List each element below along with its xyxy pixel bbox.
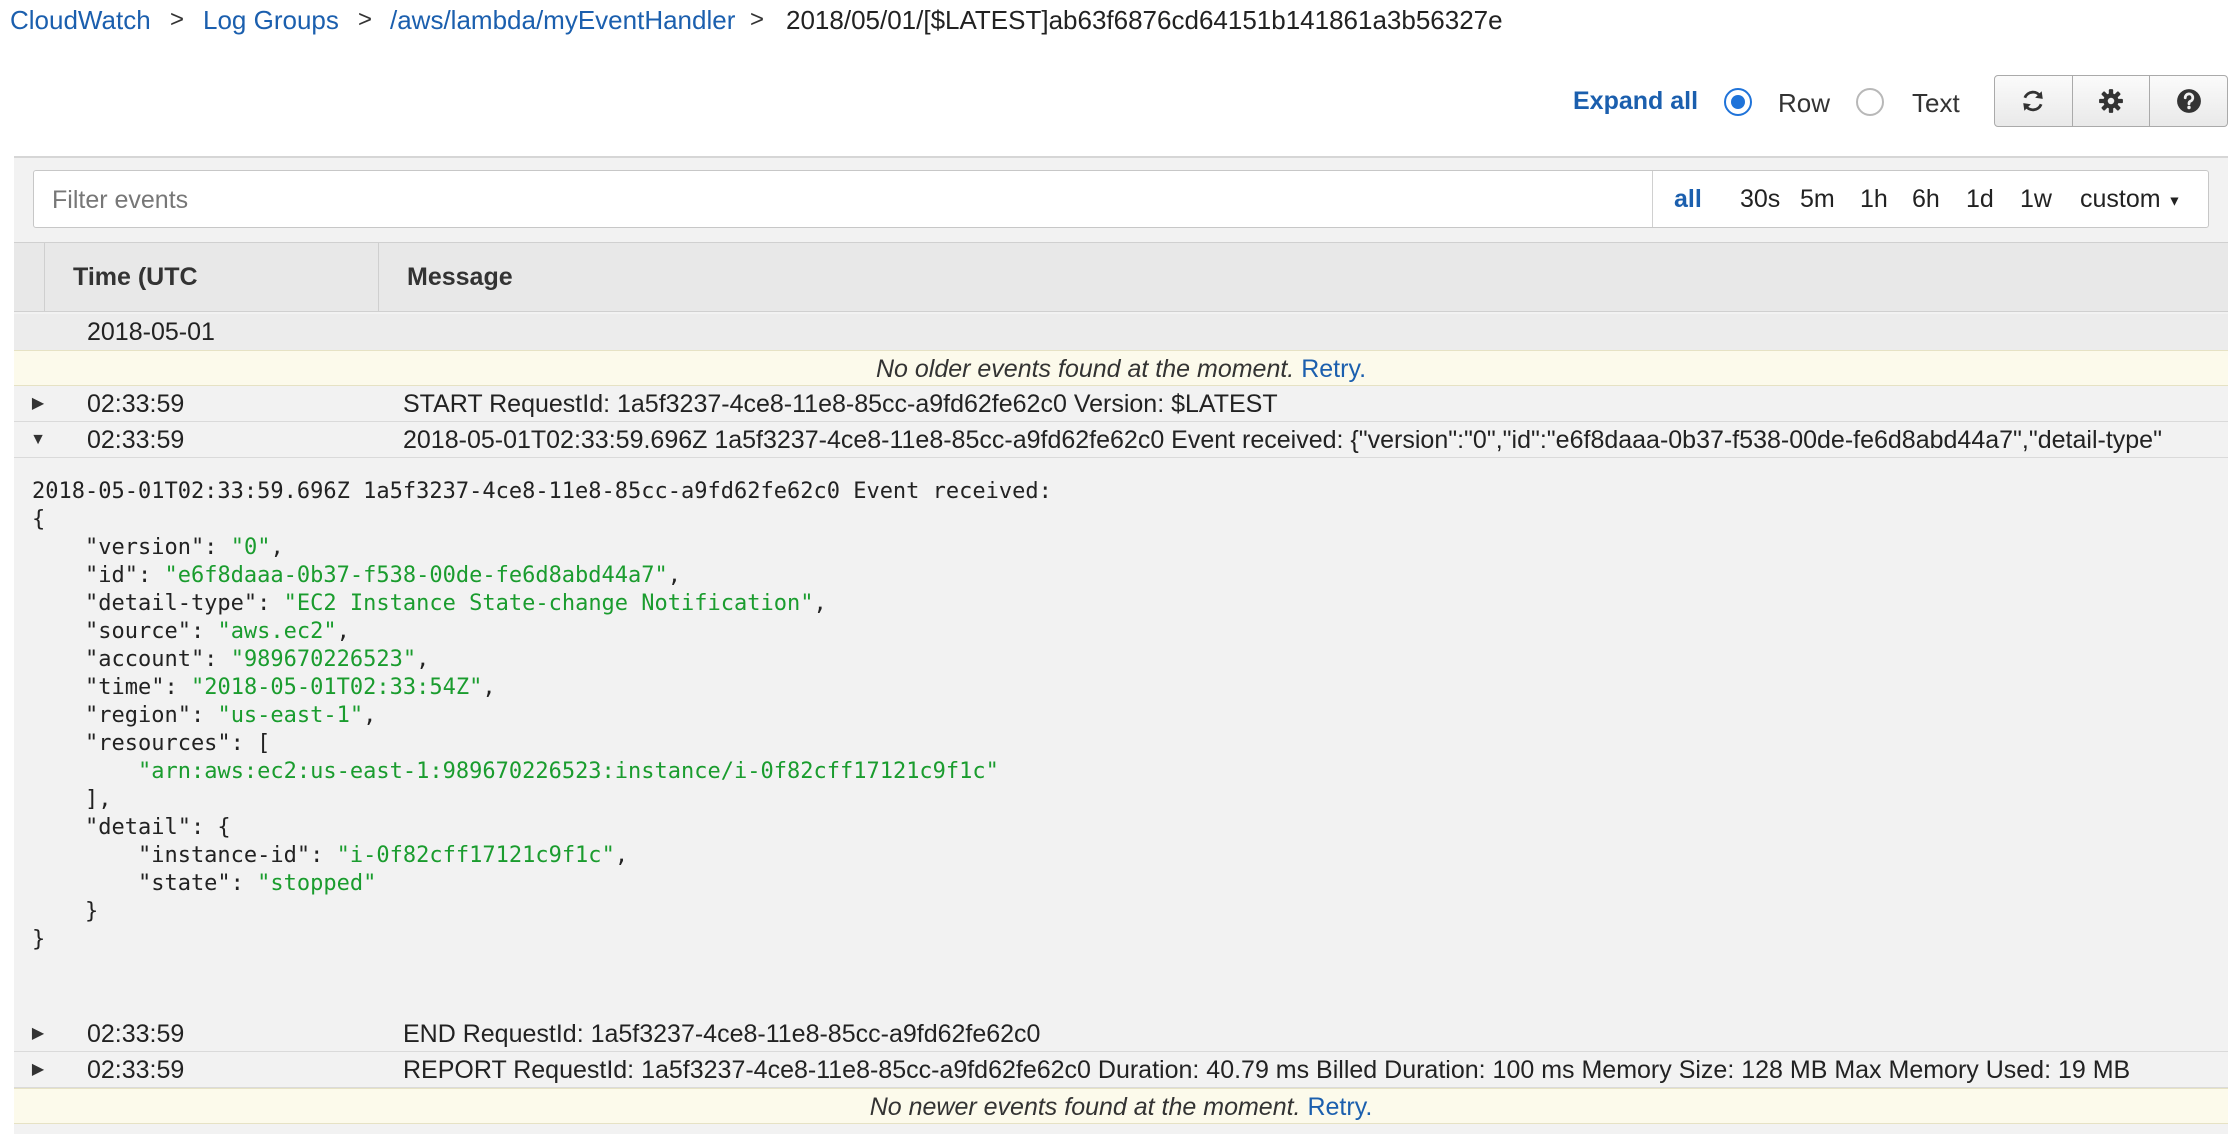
event-row[interactable]: ▶ 02:33:59 END RequestId: 1a5f3237-4ce8-… (14, 1016, 2228, 1052)
event-message: START RequestId: 1a5f3237-4ce8-11e8-85cc… (403, 390, 1278, 418)
range-1d[interactable]: 1d (1966, 185, 1994, 213)
breadcrumb-separator: > (170, 6, 185, 33)
json-value: "stopped" (257, 871, 377, 896)
date-group-row: 2018-05-01 (14, 314, 2228, 350)
older-events-notice: No older events found at the moment. Ret… (14, 350, 2228, 386)
json-value: "EC2 Instance State-change Notification" (283, 591, 814, 616)
expand-arrow-icon[interactable]: ▶ (28, 386, 48, 421)
json-value: "2018-05-01T02:33:54Z" (190, 675, 483, 700)
event-detail-panel: 2018-05-01T02:33:59.696Z 1a5f3237-4ce8-1… (14, 458, 2228, 1014)
event-message: REPORT RequestId: 1a5f3237-4ce8-11e8-85c… (403, 1056, 2131, 1084)
json-value: "aws.ec2" (217, 619, 337, 644)
range-30s[interactable]: 30s (1740, 185, 1780, 213)
range-6h[interactable]: 6h (1912, 185, 1940, 213)
collapse-arrow-icon[interactable]: ▼ (28, 422, 48, 457)
event-row-expanded[interactable]: ▼ 02:33:59 2018-05-01T02:33:59.696Z 1a5f… (14, 422, 2228, 458)
json-value: "e6f8daaa-0b37-f538-00de-fe6d8abd44a7" (164, 563, 668, 588)
event-detail-json: 2018-05-01T02:33:59.696Z 1a5f3237-4ce8-1… (32, 479, 1052, 952)
breadcrumb-separator: > (750, 6, 765, 33)
view-row-label: Row (1778, 88, 1831, 118)
event-time: 02:33:59 (87, 1056, 185, 1084)
range-1h[interactable]: 1h (1860, 185, 1888, 213)
detail-header: 2018-05-01T02:33:59.696Z 1a5f3237-4ce8-1… (32, 479, 1052, 504)
range-5m[interactable]: 5m (1800, 185, 1835, 213)
help-icon (2176, 89, 2201, 113)
range-custom-dropdown[interactable]: custom ▼ (2080, 185, 2181, 214)
json-value: "989670226523" (230, 647, 417, 672)
view-text-label: Text (1912, 88, 1960, 118)
event-message: 2018-05-01T02:33:59.696Z 1a5f3237-4ce8-1… (403, 426, 2162, 454)
breadcrumb-log-group[interactable]: /aws/lambda/myEventHandler (390, 4, 735, 36)
json-value: "0" (230, 535, 271, 560)
newer-events-notice: No newer events found at the moment. Ret… (14, 1088, 2228, 1124)
help-button[interactable] (2150, 76, 2227, 126)
filter-divider (1652, 171, 1653, 227)
event-row[interactable]: ▶ 02:33:59 START RequestId: 1a5f3237-4ce… (14, 386, 2228, 422)
event-time: 02:33:59 (87, 1020, 185, 1048)
expand-all-link[interactable]: Expand all (1573, 86, 1698, 116)
expand-arrow-icon[interactable]: ▶ (28, 1052, 48, 1087)
table-header: Time (UTC +00:00) Message (14, 242, 2228, 359)
event-message: END RequestId: 1a5f3237-4ce8-11e8-85cc-a… (403, 1020, 1041, 1048)
view-text-radio[interactable] (1856, 88, 1884, 116)
breadcrumb-log-groups[interactable]: Log Groups (203, 4, 339, 36)
retry-older-link[interactable]: Retry. (1301, 355, 1366, 383)
breadcrumb-cloudwatch[interactable]: CloudWatch (10, 4, 151, 36)
refresh-icon (2023, 90, 2044, 112)
filter-bar: all 30s 5m 1h 6h 1d 1w custom ▼ (33, 170, 2209, 228)
date-group-label: 2018-05-01 (87, 318, 215, 346)
retry-newer-link[interactable]: Retry. (1307, 1093, 1372, 1121)
newer-notice-text: No newer events found at the moment. (869, 1093, 1301, 1121)
range-custom-label: custom (2080, 185, 2161, 213)
toolbar-button-group (1994, 75, 2228, 127)
caret-down-icon: ▼ (2167, 192, 2182, 209)
range-all[interactable]: all (1674, 185, 1702, 213)
event-row[interactable]: ▶ 02:33:59 REPORT RequestId: 1a5f3237-4c… (14, 1052, 2228, 1088)
expand-arrow-icon[interactable]: ▶ (28, 1016, 48, 1051)
column-time-header[interactable]: Time (UTC +00:00) (45, 243, 265, 359)
range-1w[interactable]: 1w (2020, 185, 2052, 213)
column-message-header[interactable]: Message (379, 243, 513, 311)
breadcrumb-current-stream: 2018/05/01/[$LATEST]ab63f6876cd64151b141… (786, 5, 1503, 35)
filter-events-input[interactable] (36, 173, 1664, 227)
settings-button[interactable] (2073, 76, 2151, 126)
view-row-radio[interactable] (1724, 88, 1752, 116)
json-value: "i-0f82cff17121c9f1c" (336, 843, 615, 868)
breadcrumb-separator: > (358, 6, 373, 33)
event-time: 02:33:59 (87, 390, 185, 418)
older-notice-text: No older events found at the moment. (875, 355, 1295, 383)
event-time: 02:33:59 (87, 426, 185, 454)
refresh-button[interactable] (1995, 76, 2073, 126)
json-value: "us-east-1" (217, 703, 364, 728)
json-value: "arn:aws:ec2:us-east-1:989670226523:inst… (137, 759, 999, 784)
gear-icon (2099, 89, 2123, 113)
